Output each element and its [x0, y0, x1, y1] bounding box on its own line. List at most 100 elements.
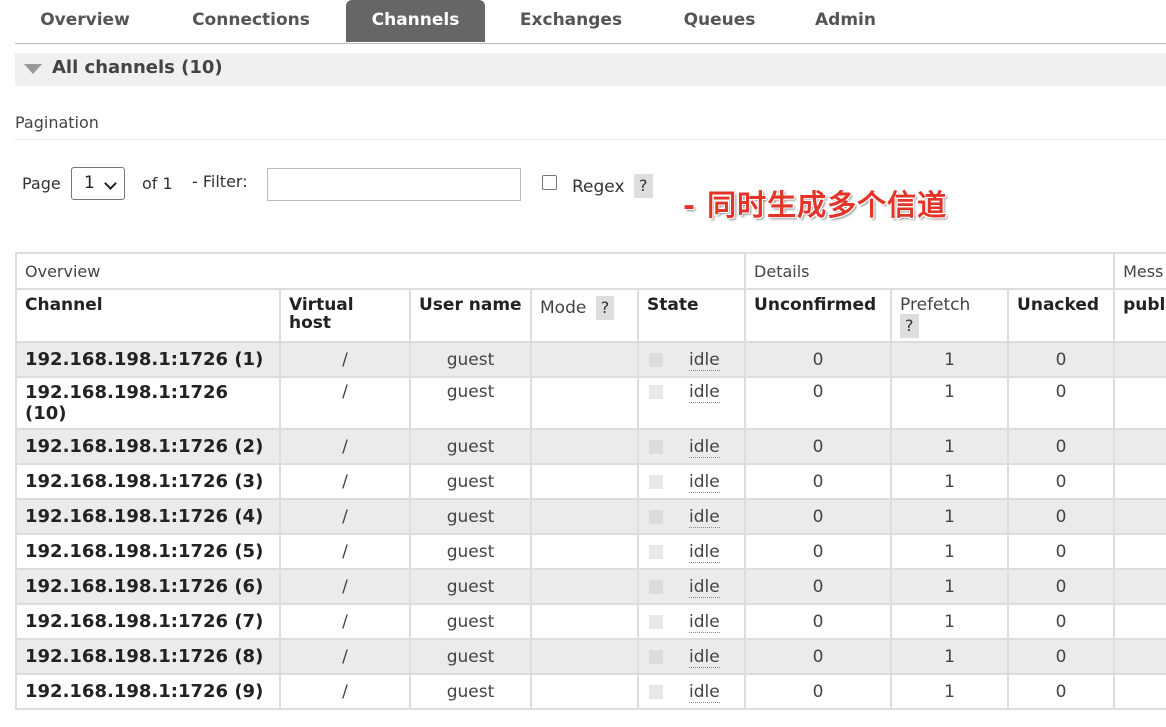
regex-checkbox[interactable]: [542, 175, 557, 190]
state-text: idle: [689, 681, 720, 703]
table-row: 192.168.198.1:1726 (4) / guest idle 0 1 0: [15, 498, 1166, 535]
column-header-virtual-host[interactable]: Virtual host: [279, 288, 411, 343]
table-row: 192.168.198.1:1726 (3) / guest idle 0 1 0: [15, 463, 1166, 500]
column-header-channel[interactable]: Channel: [15, 288, 281, 343]
tab-admin[interactable]: Admin: [798, 0, 893, 42]
unacked-cell: 0: [1007, 463, 1116, 500]
table-row: 192.168.198.1:1726 (6) / guest idle 0 1 0: [15, 568, 1166, 605]
state-text: idle: [689, 471, 720, 493]
state-text: idle: [689, 646, 720, 668]
unacked-cell: 0: [1007, 673, 1116, 710]
table-row: 192.168.198.1:1726 (8) / guest idle 0 1 0: [15, 638, 1166, 675]
pagination-heading: Pagination: [15, 113, 99, 132]
channel-link[interactable]: 192.168.198.1:1726 (7): [15, 603, 281, 640]
mode-header-label: Mode: [540, 298, 587, 318]
channel-link[interactable]: 192.168.198.1:1726 (4): [15, 498, 281, 535]
tab-queues[interactable]: Queues: [667, 0, 772, 42]
channel-link[interactable]: 192.168.198.1:1726 (6): [15, 568, 281, 605]
chevron-down-icon: [104, 177, 117, 190]
state-text: idle: [689, 611, 720, 633]
unconfirmed-cell: 0: [744, 428, 893, 465]
tab-exchanges[interactable]: Exchanges: [503, 0, 639, 42]
table-row: 192.168.198.1:1726 (5) / guest idle 0 1 0: [15, 533, 1166, 570]
mode-cell: [530, 603, 639, 640]
publish-rate-cell: [1113, 603, 1166, 640]
pagination-divider: [15, 139, 1166, 140]
publish-rate-cell: [1113, 568, 1166, 605]
channel-link[interactable]: 192.168.198.1:1726 (1): [15, 341, 281, 378]
channel-link[interactable]: 192.168.198.1:1726 (8): [15, 638, 281, 675]
state-cell: idle: [636, 603, 747, 640]
channels-table-container: Overview Details Mess Channel Virtual ho…: [15, 252, 1166, 714]
state-indicator-icon: [649, 385, 663, 399]
filter-label: - Filter:: [192, 172, 248, 191]
publish-rate-cell: [1113, 638, 1166, 675]
column-header-unconfirmed[interactable]: Unconfirmed: [744, 288, 893, 343]
channel-link[interactable]: 192.168.198.1:1726 (3): [15, 463, 281, 500]
unconfirmed-cell: 0: [744, 603, 893, 640]
state-cell: idle: [636, 533, 747, 570]
column-header-state[interactable]: State: [636, 288, 747, 343]
state-text: idle: [689, 382, 720, 403]
prefetch-help-button[interactable]: ?: [900, 314, 919, 338]
group-header-details: Details: [744, 252, 1116, 290]
group-header-message-rates: Mess: [1113, 252, 1166, 290]
table-row: 192.168.198.1:1726 (10) / guest idle 0 1 0: [15, 376, 1166, 430]
column-header-publish[interactable]: publ: [1113, 288, 1166, 343]
state-cell: idle: [636, 463, 747, 500]
channel-link[interactable]: 192.168.198.1:1726 (9): [15, 673, 281, 710]
state-indicator-icon: [649, 614, 663, 629]
column-header-unacked[interactable]: Unacked: [1007, 288, 1116, 343]
state-text: idle: [689, 436, 720, 458]
channel-link[interactable]: 192.168.198.1:1726 (5): [15, 533, 281, 570]
table-row: 192.168.198.1:1726 (2) / guest idle 0 1 0: [15, 428, 1166, 465]
unconfirmed-cell: 0: [744, 568, 893, 605]
mode-cell: [530, 533, 639, 570]
table-row: 192.168.198.1:1726 (1) / guest idle 0 1 0: [15, 341, 1166, 378]
main-nav-tabs: Overview Connections Channels Exchanges …: [15, 0, 1166, 44]
mode-cell: [530, 341, 639, 378]
table-row: 192.168.198.1:1726 (9) / guest idle 0 1 0: [15, 673, 1166, 710]
page-select[interactable]: 1: [71, 167, 125, 200]
publish-rate-cell: [1113, 533, 1166, 570]
publish-rate-cell: [1113, 341, 1166, 378]
mode-help-button[interactable]: ?: [595, 296, 615, 320]
unconfirmed-cell: 0: [744, 376, 893, 430]
state-cell: idle: [636, 376, 747, 430]
tab-channels[interactable]: Channels: [346, 0, 485, 42]
mode-cell: [530, 638, 639, 675]
unconfirmed-cell: 0: [744, 498, 893, 535]
user-name-cell: guest: [409, 568, 532, 605]
prefetch-cell: 1: [890, 638, 1010, 675]
prefetch-cell: 1: [890, 341, 1010, 378]
column-header-user-name[interactable]: User name: [409, 288, 532, 343]
prefetch-header-label: Prefetch: [900, 295, 971, 315]
regex-label: Regex: [572, 177, 625, 197]
tab-overview[interactable]: Overview: [15, 0, 155, 42]
state-cell: idle: [636, 498, 747, 535]
section-toggle[interactable]: All channels (10): [15, 53, 1166, 86]
user-name-cell: guest: [409, 638, 532, 675]
state-indicator-icon: [649, 544, 663, 559]
publish-rate-cell: [1113, 428, 1166, 465]
tab-connections[interactable]: Connections: [175, 0, 327, 42]
regex-help-button[interactable]: ?: [634, 174, 653, 198]
column-header-prefetch: Prefetch ?: [890, 288, 1010, 343]
prefetch-cell: 1: [890, 673, 1010, 710]
column-header-mode: Mode ?: [530, 288, 639, 343]
state-cell: idle: [636, 673, 747, 710]
filter-input[interactable]: [267, 168, 521, 201]
channel-link[interactable]: 192.168.198.1:1726 (10): [15, 376, 281, 430]
state-text: idle: [689, 541, 720, 563]
mode-cell: [530, 376, 639, 430]
channel-link[interactable]: 192.168.198.1:1726 (2): [15, 428, 281, 465]
state-text: idle: [689, 506, 720, 528]
user-name-cell: guest: [409, 376, 532, 430]
publish-rate-cell: [1113, 463, 1166, 500]
prefetch-cell: 1: [890, 463, 1010, 500]
user-name-cell: guest: [409, 603, 532, 640]
publish-rate-cell: [1113, 498, 1166, 535]
unacked-cell: 0: [1007, 428, 1116, 465]
state-indicator-icon: [649, 649, 663, 664]
virtual-host-cell: /: [279, 428, 411, 465]
